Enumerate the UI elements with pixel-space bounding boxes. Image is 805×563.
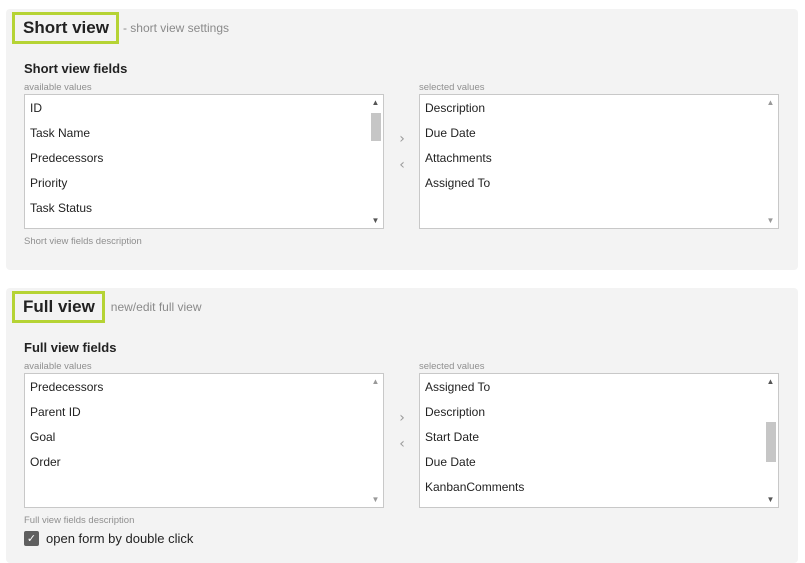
open-form-double-click-option[interactable]: ✓ open form by double click xyxy=(24,531,193,546)
short-available-scrollbar[interactable]: ▲ ▼ xyxy=(368,95,383,228)
move-left-button[interactable]: ‹ xyxy=(394,436,410,452)
scroll-down-icon[interactable]: ▼ xyxy=(368,492,383,507)
list-item[interactable]: Start Date xyxy=(420,425,762,450)
full-selected-scrollbar[interactable]: ▲ ▼ xyxy=(763,374,778,507)
list-item[interactable]: Goal xyxy=(25,425,367,450)
list-item[interactable]: KanbanComments xyxy=(420,475,762,500)
short-view-panel: Short view - short view settings Short v… xyxy=(6,9,798,270)
scroll-thumb[interactable] xyxy=(371,113,381,141)
short-selected-label: selected values xyxy=(419,82,485,93)
short-view-header: Short view - short view settings xyxy=(12,12,229,44)
list-item[interactable]: Due Date xyxy=(420,121,762,146)
list-item[interactable]: ID xyxy=(25,96,367,121)
scroll-down-icon[interactable]: ▼ xyxy=(763,492,778,507)
list-item[interactable]: Description xyxy=(420,96,762,121)
list-item[interactable]: Assigned To xyxy=(420,171,762,196)
list-item[interactable]: Task Name xyxy=(25,121,367,146)
open-form-double-click-checkbox[interactable]: ✓ xyxy=(24,531,39,546)
full-selected-label: selected values xyxy=(419,361,485,372)
short-view-fields-label: Short view fields xyxy=(24,61,128,76)
move-left-button[interactable]: ‹ xyxy=(394,157,410,173)
list-item[interactable]: Predecessors xyxy=(25,146,367,171)
list-item[interactable]: Predecessors xyxy=(25,375,367,400)
short-available-listbox[interactable]: ID Task Name Predecessors Priority Task Stat… xyxy=(24,94,384,229)
short-view-description: Short view fields description xyxy=(24,236,142,247)
scroll-down-icon[interactable]: ▼ xyxy=(368,213,383,228)
short-view-subtitle: - short view settings xyxy=(122,21,230,35)
full-view-description: Full view fields description xyxy=(24,515,135,526)
open-form-double-click-label: open form by double click xyxy=(46,531,194,546)
scroll-up-icon[interactable]: ▲ xyxy=(763,95,778,110)
full-view-subtitle: new/edit full view xyxy=(110,300,202,314)
full-view-panel: Full view new/edit full view Full view f… xyxy=(6,288,798,563)
short-selected-scrollbar[interactable]: ▲ ▼ xyxy=(763,95,778,228)
list-item[interactable]: Assigned To xyxy=(420,375,762,400)
scroll-up-icon[interactable]: ▲ xyxy=(368,95,383,110)
list-item[interactable]: Priority xyxy=(25,171,367,196)
list-item[interactable]: Order xyxy=(25,450,367,475)
list-item[interactable]: Due Date xyxy=(420,450,762,475)
full-available-listbox[interactable]: Predecessors Parent ID Goal Order ▲ ▼ xyxy=(24,373,384,508)
full-available-scrollbar[interactable]: ▲ ▼ xyxy=(368,374,383,507)
list-item[interactable]: Attachments xyxy=(420,146,762,171)
scroll-up-icon[interactable]: ▲ xyxy=(368,374,383,389)
scroll-down-icon[interactable]: ▼ xyxy=(763,213,778,228)
full-view-fields-label: Full view fields xyxy=(24,340,117,355)
short-selected-listbox[interactable]: Description Due Date Attachments Assigned T… xyxy=(419,94,779,229)
move-right-button[interactable]: › xyxy=(394,410,410,426)
full-view-title: Full view xyxy=(12,291,105,323)
move-right-button[interactable]: › xyxy=(394,131,410,147)
full-available-label: available values xyxy=(24,361,92,372)
list-item[interactable]: Description xyxy=(420,400,762,425)
full-selected-listbox[interactable]: Assigned To Description Start Date Due Date… xyxy=(419,373,779,508)
short-view-title: Short view xyxy=(12,12,119,44)
short-available-label: available values xyxy=(24,82,92,93)
scroll-up-icon[interactable]: ▲ xyxy=(763,374,778,389)
full-view-header: Full view new/edit full view xyxy=(12,291,202,323)
list-item[interactable]: Parent ID xyxy=(25,400,367,425)
scroll-thumb[interactable] xyxy=(766,422,776,462)
list-item[interactable]: Task Status xyxy=(25,196,367,221)
